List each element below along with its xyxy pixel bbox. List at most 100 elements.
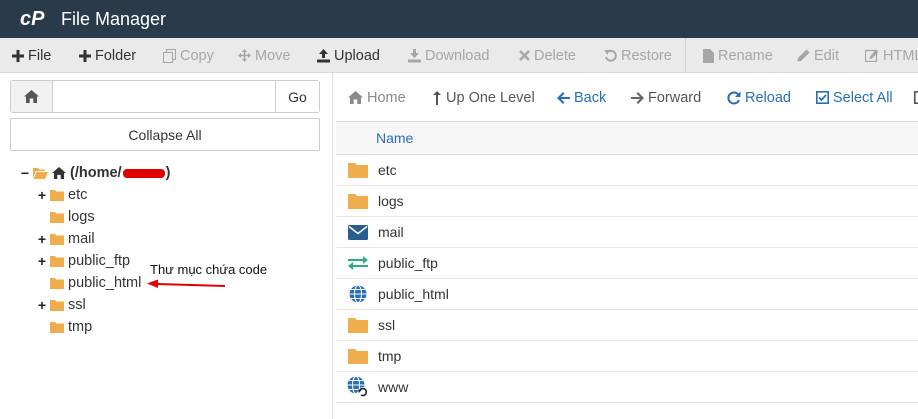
- cpanel-logo[interactable]: cP: [20, 8, 52, 30]
- select-all-label: Select All: [833, 89, 893, 106]
- copy-button[interactable]: Copy: [163, 38, 214, 72]
- home-nav-button[interactable]: Home: [348, 80, 406, 115]
- upload-button[interactable]: Upload: [317, 38, 380, 72]
- directory-tree-panel: Go Collapse All − (/home/ ) + etc logs +…: [0, 73, 333, 419]
- close-icon: [519, 50, 530, 61]
- tree-item-ssl[interactable]: + ssl: [37, 294, 86, 316]
- reload-button[interactable]: Reload: [727, 80, 791, 115]
- collapse-toggle-icon[interactable]: −: [20, 165, 30, 181]
- file-icon: [703, 48, 714, 63]
- checkbox-empty-icon: [914, 91, 918, 104]
- table-row[interactable]: public_html: [336, 279, 918, 310]
- expand-toggle-icon[interactable]: +: [37, 297, 47, 313]
- root-path-prefix: (/home/: [70, 165, 122, 181]
- arrow-left-icon: [557, 91, 570, 104]
- navigation-bar: Home Up One Level Back Forward Reload Se…: [336, 80, 918, 115]
- root-path-suffix: ): [165, 165, 171, 181]
- plus-icon: [79, 49, 91, 62]
- html-editor-label: HTML: [883, 47, 918, 64]
- back-button[interactable]: Back: [557, 80, 606, 115]
- reload-label: Reload: [745, 89, 791, 106]
- path-search-group: Go: [10, 80, 320, 113]
- refresh-icon: [727, 91, 741, 104]
- table-row[interactable]: mail: [336, 217, 918, 248]
- tree-item-public-html[interactable]: public_html: [50, 272, 141, 294]
- tree-item-mail[interactable]: + mail: [37, 228, 95, 250]
- delete-button[interactable]: Delete: [519, 38, 576, 72]
- home-icon: [348, 91, 363, 104]
- folder-icon: [50, 299, 64, 311]
- new-folder-label: Folder: [95, 47, 137, 64]
- tree-item-label: public_ftp: [68, 253, 131, 269]
- expand-toggle-icon[interactable]: +: [37, 231, 47, 247]
- tree-item-tmp[interactable]: tmp: [50, 316, 92, 338]
- move-button[interactable]: Move: [238, 38, 290, 72]
- new-file-button[interactable]: File: [12, 38, 52, 72]
- folder-icon: [50, 189, 64, 201]
- file-name: public_ftp: [378, 255, 438, 271]
- file-name: etc: [378, 162, 397, 178]
- html-editor-button[interactable]: HTML: [865, 38, 918, 72]
- globe-link-icon: [338, 376, 378, 398]
- folder-icon: [50, 277, 64, 289]
- file-name: tmp: [378, 348, 402, 364]
- file-name: ssl: [378, 317, 396, 333]
- table-row[interactable]: www: [336, 372, 918, 403]
- tree-item-public-ftp[interactable]: + public_ftp: [37, 250, 130, 272]
- copy-icon: [163, 48, 176, 63]
- expand-toggle-icon[interactable]: +: [37, 253, 47, 269]
- folder-open-icon: [33, 167, 48, 179]
- globe-icon: [338, 285, 378, 303]
- up-one-level-label: Up One Level: [446, 89, 535, 106]
- delete-label: Delete: [534, 47, 576, 64]
- new-file-label: File: [28, 47, 52, 64]
- rename-button[interactable]: Rename: [703, 38, 773, 72]
- collapse-all-button[interactable]: Collapse All: [10, 118, 320, 151]
- move-arrows-icon: [238, 49, 251, 62]
- svg-text:cP: cP: [20, 9, 45, 29]
- select-all-button[interactable]: Select All: [816, 80, 893, 115]
- tree-item-etc[interactable]: + etc: [37, 184, 87, 206]
- tree-item-label: etc: [68, 187, 88, 203]
- redaction-mark: [122, 168, 165, 178]
- table-row[interactable]: logs: [336, 186, 918, 217]
- download-icon: [408, 48, 421, 62]
- home-dir-button[interactable]: [11, 81, 53, 112]
- file-name: public_html: [378, 286, 449, 302]
- folder-icon: [50, 255, 64, 267]
- tree-root[interactable]: − (/home/ ): [20, 162, 171, 184]
- table-header: Name: [336, 121, 918, 155]
- transfer-arrows-icon: [338, 255, 378, 271]
- table-row[interactable]: tmp: [336, 341, 918, 372]
- tree-item-logs[interactable]: logs: [50, 206, 95, 228]
- new-folder-button[interactable]: Folder: [79, 38, 137, 72]
- download-button[interactable]: Download: [408, 38, 490, 72]
- up-one-level-button[interactable]: Up One Level: [432, 80, 535, 115]
- table-row[interactable]: public_ftp: [336, 248, 918, 279]
- forward-button[interactable]: Forward: [631, 80, 701, 115]
- edit-button[interactable]: Edit: [797, 38, 839, 72]
- table-row[interactable]: ssl: [336, 310, 918, 341]
- folder-icon: [50, 233, 64, 245]
- forward-label: Forward: [648, 89, 702, 106]
- home-icon: [52, 167, 66, 179]
- home-nav-label: Home: [367, 89, 406, 106]
- back-label: Back: [574, 89, 607, 106]
- table-row[interactable]: etc: [336, 155, 918, 186]
- tree-item-label: tmp: [68, 319, 93, 335]
- folder-icon: [338, 193, 378, 209]
- go-button[interactable]: Go: [275, 81, 319, 112]
- file-name: www: [378, 379, 409, 395]
- file-name: mail: [378, 224, 404, 240]
- file-list-table: Name etc logs mail public_ftp public_htm…: [336, 121, 918, 403]
- unselect-all-button[interactable]: [914, 80, 918, 115]
- restore-button[interactable]: Restore: [604, 38, 672, 72]
- home-icon: [24, 90, 39, 103]
- arrow-right-icon: [631, 91, 644, 104]
- pencil-icon: [797, 49, 810, 62]
- toolbar-divider: [685, 38, 686, 72]
- edit-label: Edit: [814, 47, 839, 64]
- name-column-header[interactable]: Name: [376, 130, 413, 146]
- expand-toggle-icon[interactable]: +: [37, 187, 47, 203]
- path-input[interactable]: [53, 81, 275, 112]
